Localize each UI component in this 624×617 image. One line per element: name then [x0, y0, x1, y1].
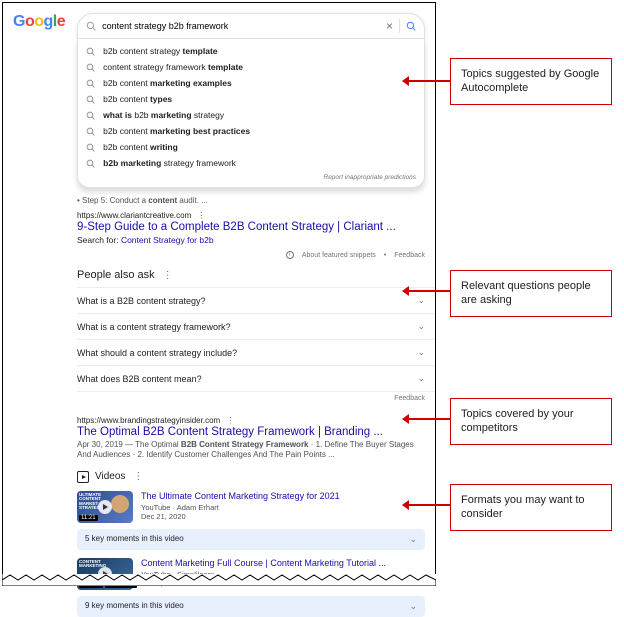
callout-paa: Relevant questions people are asking	[450, 270, 612, 317]
result-title-link[interactable]: The Optimal B2B Content Strategy Framewo…	[77, 426, 435, 438]
arrow	[408, 290, 450, 292]
search-icon	[86, 159, 95, 168]
play-icon	[98, 500, 112, 514]
autocomplete-suggestion[interactable]: b2b content strategy template	[78, 43, 424, 59]
featured-bullet: • Step 5: Conduct a content audit. ...	[77, 196, 435, 205]
header: Google × b2b content strategy templateco…	[3, 3, 435, 188]
search-icon	[86, 111, 95, 120]
callout-autocomplete: Topics suggested by Google Autocomplete	[450, 58, 612, 105]
feedback-link[interactable]: Feedback	[77, 392, 435, 402]
arrow	[408, 418, 450, 420]
video-date: Dec 21, 2020	[141, 512, 340, 521]
chevron-down-icon: ⌄	[409, 601, 417, 612]
search-icon	[86, 79, 95, 88]
search-icon	[86, 63, 95, 72]
arrow	[408, 80, 450, 82]
search-wrap: × b2b content strategy templatecontent s…	[77, 13, 425, 188]
paa-question[interactable]: What is a B2B content strategy?⌄	[77, 287, 435, 313]
result-cite[interactable]: https://www.brandingstrategyinsider.com⋮	[77, 416, 435, 425]
more-icon[interactable]: ⋮	[226, 416, 234, 425]
video-title-link[interactable]: Content Marketing Full Course | Content …	[141, 558, 386, 568]
autocomplete-suggestion[interactable]: what is b2b marketing strategy	[78, 107, 424, 123]
callout-competitors: Topics covered by your competitors	[450, 398, 612, 445]
paa-question[interactable]: What is a content strategy framework?⌄	[77, 313, 435, 339]
video-result[interactable]: ULTIMATECONTENTMARKETSTRATEG11:21 The Ult…	[77, 491, 435, 523]
result-title-link[interactable]: 9-Step Guide to a Complete B2B Content S…	[77, 221, 435, 233]
featured-meta: i About featured snippets • Feedback	[77, 251, 435, 259]
more-icon[interactable]: ⋮	[163, 270, 173, 281]
screenshot-frame: Google × b2b content strategy templateco…	[2, 2, 436, 586]
key-moments-expander[interactable]: 9 key moments in this video⌄	[77, 596, 425, 617]
video-thumbnail[interactable]: ULTIMATECONTENTMARKETSTRATEG11:21	[77, 491, 133, 523]
video-title-link[interactable]: The Ultimate Content Marketing Strategy …	[141, 491, 340, 501]
autocomplete-suggestion[interactable]: b2b content marketing examples	[78, 75, 424, 91]
more-icon[interactable]: ⋮	[197, 211, 205, 220]
organic-result: https://www.brandingstrategyinsider.com⋮…	[77, 416, 435, 461]
feedback-link[interactable]: Feedback	[394, 252, 425, 259]
more-icon[interactable]: ⋮	[133, 471, 143, 482]
chevron-down-icon: ⌄	[417, 321, 425, 332]
video-duration: 11:21	[79, 515, 98, 521]
search-icon	[86, 95, 95, 104]
video-icon	[77, 471, 89, 483]
chevron-down-icon: ⌄	[417, 373, 425, 384]
autocomplete-suggestion[interactable]: content strategy framework template	[78, 59, 424, 75]
paa-question[interactable]: What should a content strategy include?⌄	[77, 339, 435, 365]
google-logo[interactable]: Google	[13, 13, 65, 31]
search-icon	[86, 21, 96, 31]
search-input[interactable]	[102, 21, 386, 31]
search-icon	[86, 143, 95, 152]
torn-edge	[2, 574, 436, 586]
videos-list: ULTIMATECONTENTMARKETSTRATEG11:21 The Ult…	[77, 491, 435, 617]
videos-heading: Videos ⋮	[77, 471, 435, 483]
chevron-down-icon: ⌄	[409, 534, 417, 545]
chevron-down-icon: ⌄	[417, 295, 425, 306]
info-icon[interactable]: i	[286, 251, 294, 259]
search-icon	[86, 47, 95, 56]
autocomplete-suggestion[interactable]: b2b content writing	[78, 139, 424, 155]
autocomplete-suggestion[interactable]: b2b marketing strategy framework	[78, 155, 424, 171]
result-cite[interactable]: https://www.clariantcreative.com⋮	[77, 211, 435, 220]
search-icon	[86, 127, 95, 136]
search-submit-icon[interactable]	[406, 21, 416, 31]
search-box[interactable]: ×	[77, 13, 425, 39]
about-featured-link[interactable]: About featured snippets	[302, 252, 376, 259]
clear-icon[interactable]: ×	[386, 19, 393, 33]
autocomplete-dropdown: b2b content strategy templatecontent str…	[77, 39, 425, 188]
results-area: • Step 5: Conduct a content audit. ... h…	[3, 196, 435, 617]
callout-formats: Formats you may want to consider	[450, 484, 612, 531]
autocomplete-suggestion[interactable]: b2b content types	[78, 91, 424, 107]
chevron-down-icon: ⌄	[417, 347, 425, 358]
result-snippet: Apr 30, 2019 — The Optimal B2B Content S…	[77, 440, 435, 461]
arrow	[408, 504, 450, 506]
paa-heading: People also ask⋮	[77, 269, 435, 281]
paa-question[interactable]: What does B2B content mean?⌄	[77, 365, 435, 391]
video-meta: YouTube · Adam Erhart	[141, 503, 340, 512]
key-moments-expander[interactable]: 5 key moments in this video⌄	[77, 529, 425, 550]
divider	[399, 19, 400, 33]
autocomplete-suggestion[interactable]: b2b content marketing best practices	[78, 123, 424, 139]
report-predictions-link[interactable]: Report inappropriate predictions	[78, 171, 424, 185]
search-for-row: Search for: Content Strategy for b2b	[77, 235, 435, 245]
paa-list: What is a B2B content strategy?⌄What is …	[77, 287, 435, 392]
search-for-link[interactable]: Content Strategy for b2b	[121, 235, 214, 245]
